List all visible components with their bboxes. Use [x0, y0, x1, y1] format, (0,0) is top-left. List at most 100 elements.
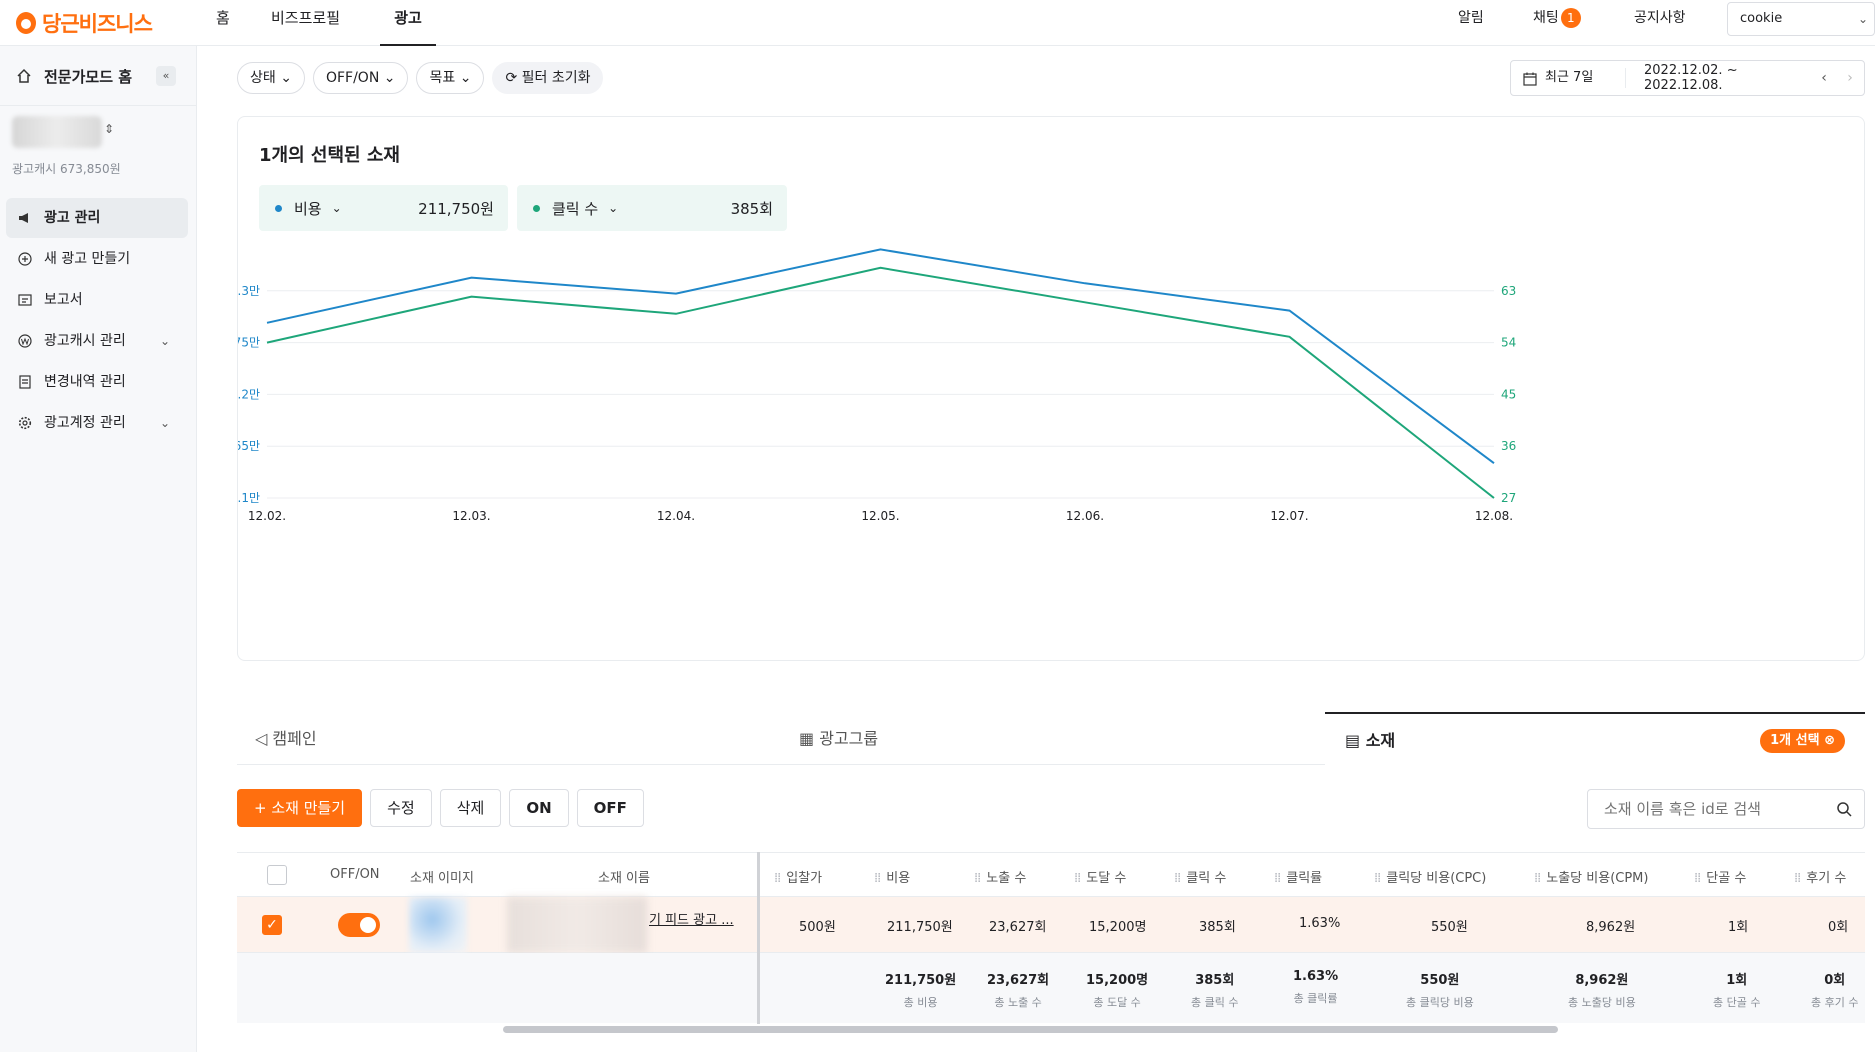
row-checkbox[interactable]: ✓	[262, 915, 282, 935]
cell-cost: 211,750원	[887, 920, 953, 935]
select-all-checkbox[interactable]	[267, 865, 287, 885]
collapse-sidebar-button[interactable]: «	[156, 66, 176, 86]
creative-search	[1587, 789, 1865, 829]
chart-title: 1개의 선택된 소재	[259, 145, 400, 166]
reset-filter-label: 필터 초기화	[521, 70, 591, 86]
expert-mode-home[interactable]: 전문가모드 홈	[44, 66, 132, 87]
x-axis-tick-label: 12.08.	[1475, 509, 1513, 523]
sidebar-item-account-settings[interactable]: 광고계정 관리 ⌄	[6, 403, 188, 443]
level-tabs: ◁ 캠페인 ▦ 광고그룹 ▤ 소재 1개 선택 ⊗	[237, 712, 1865, 765]
nav-ads[interactable]: 광고	[380, 0, 436, 46]
account-selector[interactable]: ⇕ 광고캐시 673,850원	[12, 116, 121, 177]
chevron-down-icon: ⌄	[1857, 12, 1868, 26]
nav-bizprofile[interactable]: 비즈프로필	[271, 0, 340, 46]
sidebar-item-label: 광고 관리	[44, 210, 101, 226]
metric-selector-clicks[interactable]: 클릭 수 ⌄ 385회	[517, 185, 787, 231]
table-header: OFF/ON 소재 이미지 소재 이름 ⁞⁞ 입찰가 ⁞⁞ 비용 ⁞⁞ 노출 수 ⁞⁞…	[237, 852, 1865, 897]
search-icon[interactable]	[1836, 801, 1852, 817]
total-label: 총 클릭당 비용	[1406, 996, 1474, 1009]
create-creative-button[interactable]: + 소재 만들기	[237, 789, 363, 827]
reset-filter-button[interactable]: ⟳ 필터 초기화	[492, 62, 604, 94]
chat-link[interactable]: 채팅 1	[1533, 7, 1581, 28]
notices-link[interactable]: 공지사항	[1634, 7, 1686, 27]
horizontal-scrollbar[interactable]	[503, 1026, 1558, 1033]
cell-cpm: 8,962원	[1586, 920, 1636, 935]
sidebar-item-new-ad[interactable]: 새 광고 만들기	[6, 239, 188, 279]
right-axis-tick-label: 27	[1501, 491, 1516, 505]
tab-adgroup[interactable]: ▦ 광고그룹	[799, 712, 878, 765]
col-name: 소재 이름	[598, 871, 650, 886]
col-reviews[interactable]: ⁞⁞ 후기 수	[1794, 867, 1846, 886]
sidebar-item-history[interactable]: 변경내역 관리	[6, 362, 188, 402]
tab-campaign[interactable]: ◁ 캠페인	[255, 712, 317, 765]
alerts-link[interactable]: 알림	[1458, 7, 1484, 27]
plus-circle-icon	[18, 252, 32, 266]
total-value: 23,627회	[987, 973, 1050, 988]
status-filter-label: 상태	[250, 70, 276, 86]
brand-name: 당근비즈니스	[42, 12, 153, 36]
sidebar-item-ad-cash[interactable]: 광고캐시 관리 ⌄	[6, 321, 188, 361]
user-select[interactable]: cookie ⌄	[1727, 2, 1875, 36]
col-impressions[interactable]: ⁞⁞ 노출 수	[974, 867, 1026, 886]
chat-label: 채팅	[1533, 10, 1559, 26]
sidebar-item-ad-management[interactable]: 광고 관리	[6, 198, 188, 238]
search-input[interactable]	[1588, 790, 1818, 828]
metric-selector-cost[interactable]: 비용 ⌄ 211,750원	[259, 185, 508, 231]
onoff-filter[interactable]: OFF/ON ⌄	[312, 62, 409, 94]
sidebar-item-label: 광고캐시 관리	[44, 333, 126, 349]
next-period-button[interactable]: ›	[1837, 70, 1863, 86]
total-cpc: 550원 총 클릭당 비용	[1406, 969, 1474, 1010]
total-label: 총 후기 수	[1811, 996, 1859, 1009]
user-name: cookie	[1740, 11, 1783, 26]
col-favorites[interactable]: ⁞⁞ 단골 수	[1694, 867, 1746, 886]
col-label: 도달 수	[1086, 871, 1127, 886]
sidebar-item-label: 새 광고 만들기	[44, 251, 131, 267]
frozen-column-divider	[757, 852, 760, 1024]
sidebar-item-report[interactable]: 보고서	[6, 280, 188, 320]
brand-logo[interactable]: 당근비즈니스	[16, 6, 153, 40]
goal-filter[interactable]: 목표 ⌄	[416, 62, 485, 94]
close-icon: ⊗	[1824, 733, 1835, 748]
grid-icon: ▦	[799, 729, 815, 748]
col-cost[interactable]: ⁞⁞ 비용	[874, 867, 910, 886]
col-bid[interactable]: ⁞⁞ 입찰가	[774, 867, 822, 886]
date-range-text: 2022.12.02. ~ 2022.12.08.	[1644, 63, 1738, 93]
cell-reviews: 0회	[1828, 920, 1849, 935]
chevron-down-icon: ⌄	[608, 201, 619, 215]
total-cost: 211,750원 총 비용	[885, 969, 956, 1010]
selected-count-badge[interactable]: 1개 선택 ⊗	[1760, 729, 1845, 753]
goal-filter-label: 목표	[429, 70, 456, 86]
right-axis-tick-label: 54	[1501, 336, 1516, 350]
col-cpc[interactable]: ⁞⁞ 클릭당 비용(CPC)	[1374, 867, 1486, 886]
status-filter[interactable]: 상태 ⌄	[237, 62, 305, 94]
col-ctr[interactable]: ⁞⁞ 클릭률	[1274, 867, 1322, 886]
off-button[interactable]: OFF	[576, 789, 644, 827]
total-value: 385회	[1195, 973, 1235, 988]
megaphone-icon	[19, 213, 28, 223]
cell-ctr: 1.63%	[1299, 916, 1341, 931]
col-reach[interactable]: ⁞⁞ 도달 수	[1074, 867, 1126, 886]
megaphone-outline-icon: ◁	[255, 729, 268, 748]
delete-button[interactable]: 삭제	[439, 789, 502, 827]
total-clicks: 385회 총 클릭 수	[1191, 969, 1238, 1010]
creative-name-link[interactable]: 기 피드 광고 ...	[649, 909, 734, 928]
onoff-toggle[interactable]	[338, 913, 380, 937]
metric-value: 211,750원	[418, 199, 494, 218]
tab-creative[interactable]: ▤ 소재 1개 선택 ⊗	[1325, 712, 1865, 765]
total-reviews: 0회 총 후기 수	[1811, 969, 1858, 1010]
date-range-picker[interactable]: 최근 7일 2022.12.02. ~ 2022.12.08. ‹ ›	[1510, 60, 1865, 96]
action-bar: + 소재 만들기 수정 삭제 ON OFF	[237, 789, 644, 827]
nav-home[interactable]: 홈	[216, 0, 230, 46]
sidebar-item-label: 광고계정 관리	[44, 415, 126, 431]
prev-period-button[interactable]: ‹	[1811, 70, 1837, 86]
col-cpm[interactable]: ⁞⁞ 노출당 비용(CPM)	[1534, 867, 1648, 886]
col-clicks[interactable]: ⁞⁞ 클릭 수	[1174, 867, 1226, 886]
edit-button[interactable]: 수정	[370, 789, 432, 827]
chevron-down-icon: ⌄	[383, 70, 396, 86]
col-label: 클릭률	[1286, 871, 1323, 886]
total-cpm: 8,962원 총 노출당 비용	[1568, 969, 1636, 1010]
table-row[interactable]: ✓ 기 피드 광고 ... 500원 211,750원 23,627회 15,2…	[237, 897, 1865, 953]
cell-bid: 500원	[799, 920, 836, 935]
chevron-down-icon: ⌄	[159, 416, 170, 430]
on-button[interactable]: ON	[509, 789, 569, 827]
